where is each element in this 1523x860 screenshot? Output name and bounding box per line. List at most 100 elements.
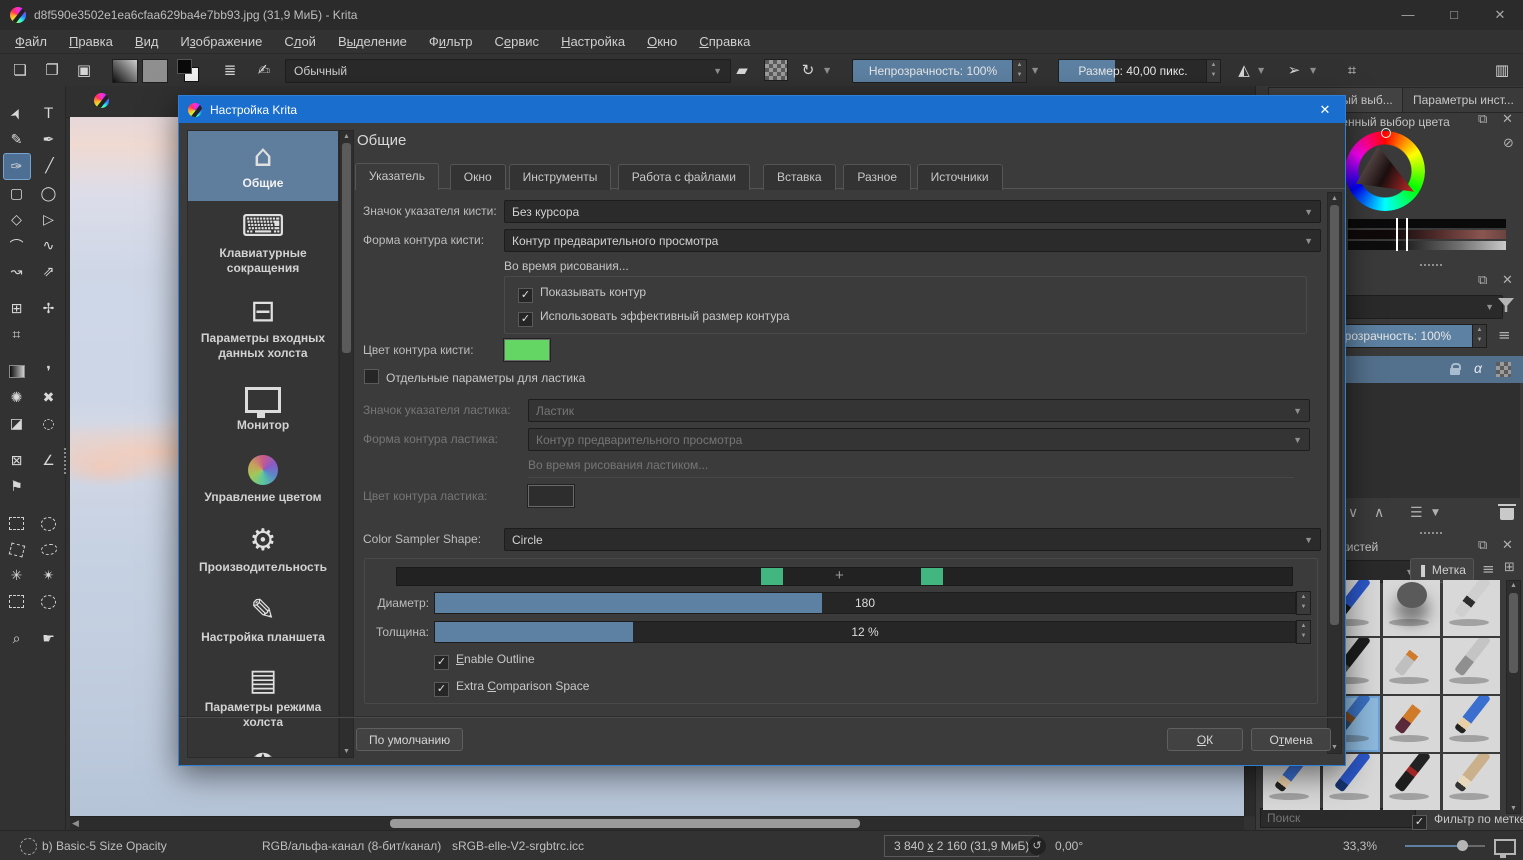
docker-splitter-handle[interactable] (64, 448, 70, 474)
delete-layer-icon[interactable] (1500, 508, 1514, 520)
menu-item-5[interactable]: Выделение (327, 31, 418, 53)
menu-item-0[interactable]: Файл (4, 31, 58, 53)
chevron-down-icon[interactable]: ▼ (1258, 66, 1264, 75)
outline-shape-combo[interactable]: Контур предварительного просмотра▼ (504, 229, 1321, 252)
size-spinner[interactable]: ▲▼ (1206, 59, 1221, 83)
color-bar-red[interactable] (1348, 230, 1506, 239)
fill-tool[interactable]: ◪ (4, 411, 30, 436)
menu-item-4[interactable]: Слой (273, 31, 327, 53)
tab-указатель[interactable]: Указатель (355, 163, 439, 190)
colorize-mask-tool[interactable]: ✺ (4, 385, 30, 410)
freehand-path-tool[interactable]: ∿ (36, 233, 62, 258)
canvas-rotation-icon[interactable]: ↺ (1028, 837, 1046, 855)
defaults-button[interactable]: По умолчанию (356, 728, 463, 751)
line-tool[interactable]: ╱ (37, 153, 63, 178)
color-bar-black[interactable] (1348, 219, 1506, 228)
move-tool[interactable]: ✢ (36, 296, 62, 321)
cancel-button[interactable]: Отмена (1251, 728, 1331, 751)
show-outline-checkbox[interactable]: ✓Показывать контур (518, 285, 646, 303)
lock-icon[interactable] (1450, 368, 1460, 375)
blending-mode-combo[interactable]: Обычный ▼ (285, 59, 731, 83)
similar-select-tool[interactable]: ✴ (36, 563, 62, 588)
gradient-tool[interactable] (4, 359, 30, 384)
alpha-icon[interactable]: α (1474, 360, 1482, 376)
scrollbar-thumb[interactable] (390, 819, 860, 828)
text-tool[interactable]: T (36, 101, 62, 126)
dialog-titlebar[interactable]: Настройка Krita ✕ (179, 96, 1345, 123)
mirror-vertical-icon[interactable]: ➢ (1282, 58, 1306, 82)
color-bar-gray[interactable] (1348, 241, 1506, 250)
float-docker-icon[interactable]: ⧉ (1478, 538, 1487, 553)
measure-tool[interactable]: ∠ (36, 448, 62, 473)
cursor-color-swatch[interactable] (504, 339, 550, 361)
docker-drag-handle[interactable] (1420, 532, 1442, 534)
sidebar-item-общие[interactable]: ⌂Общие (188, 131, 338, 201)
zoom-slider[interactable] (1405, 845, 1485, 847)
docker-tab-tool-options[interactable]: Параметры инст... (1402, 87, 1523, 113)
inherit-alpha-icon[interactable] (1496, 362, 1511, 377)
crop-icon[interactable]: ⌗ (1340, 58, 1364, 82)
move-layer-down-icon[interactable]: ∨ (1348, 505, 1358, 521)
move-layer-up-icon[interactable]: ∧ (1374, 505, 1384, 521)
reload-preset-icon[interactable]: ↻ (796, 58, 820, 82)
gradient-swatch[interactable] (112, 59, 138, 83)
freehand-select-tool[interactable] (36, 537, 62, 562)
brush-preset-item[interactable] (1383, 754, 1440, 810)
image-dimensions[interactable]: 3 840 x 2 160 (31,9 МиБ) (884, 835, 1039, 857)
tab-инструменты[interactable]: Инструменты (509, 164, 612, 190)
fit-screen-icon[interactable] (1494, 839, 1516, 855)
brush-preset-item[interactable] (1443, 754, 1500, 810)
reference-images-tool[interactable]: ⚑ (4, 474, 30, 499)
new-document-icon[interactable]: ❏ (8, 58, 32, 82)
magic-wand-tool[interactable]: ✳ (4, 563, 30, 588)
menu-item-1[interactable]: Правка (58, 31, 124, 53)
chevron-down-icon[interactable]: ▼ (1310, 66, 1316, 75)
sidebar-item-управление[interactable]: Управление цветом (188, 443, 338, 515)
color-sampler-tool[interactable]: ❜ (36, 359, 62, 384)
content-scrollbar[interactable]: ▲▼ (1327, 192, 1342, 754)
layer-menu-icon[interactable]: ≡ (1498, 326, 1511, 344)
smart-patch-tool[interactable]: ✖ (36, 385, 62, 410)
shape-select-tool[interactable]: ➤ (4, 101, 30, 126)
enclose-fill-tool[interactable]: ◌ (36, 411, 62, 436)
sidebar-item-параметры[interactable]: ⊟Параметры входных данных холста (188, 286, 338, 371)
edit-brush-settings-icon[interactable]: ✍ (252, 58, 276, 82)
filter-by-tag-checkbox[interactable]: ✓Фильтр по метке (1412, 812, 1523, 830)
sidebar-item-монитор[interactable]: Монитор (188, 371, 338, 443)
close-button[interactable]: ✕ (1477, 0, 1523, 30)
edit-shapes-tool[interactable]: ✎ (4, 127, 30, 152)
preserve-alpha-icon[interactable] (764, 59, 788, 81)
sidebar-item-настройка[interactable]: ✎Настройка планшета (188, 585, 338, 655)
float-docker-icon[interactable]: ⧉ (1478, 112, 1487, 127)
enable-outline-checkbox[interactable]: ✓Enable Outline (434, 652, 535, 670)
save-document-icon[interactable]: ▣ (72, 58, 96, 82)
bezier-curve-tool[interactable]: ⌒ (4, 233, 30, 258)
chevron-down-icon[interactable]: ▼ (1032, 66, 1038, 75)
open-document-icon[interactable]: ❐ (40, 58, 64, 82)
sidebar-item-клавиатурные[interactable]: ⌨Клавиатурные сокращения (188, 201, 338, 286)
chevron-down-icon[interactable]: ▼ (1432, 508, 1439, 518)
menu-item-3[interactable]: Изображение (169, 31, 273, 53)
sidebar-scrollbar[interactable]: ▲▼ (339, 130, 354, 758)
multibrush-tool[interactable]: ⇗ (36, 259, 62, 284)
crop-tool[interactable]: ⌗ (4, 322, 30, 347)
sidebar-item-параметры[interactable]: ▤Параметры режима холста (188, 655, 338, 740)
tab-разное[interactable]: Разное (843, 164, 911, 190)
docker-drag-handle[interactable] (1420, 264, 1442, 266)
no-color-icon[interactable]: ⊘ (1503, 136, 1514, 151)
brush-preset-item[interactable] (1443, 638, 1500, 694)
menu-item-10[interactable]: Справка (688, 31, 761, 53)
chevron-down-icon[interactable]: ▼ (824, 66, 830, 75)
sampler-marker[interactable] (761, 568, 783, 585)
dynamic-brush-tool[interactable]: ↝ (4, 259, 30, 284)
menu-item-9[interactable]: Окно (636, 31, 688, 53)
effective-size-checkbox[interactable]: ✓Использовать эффективный размер контура (518, 309, 790, 327)
scroll-left-icon[interactable]: ◀ (72, 818, 79, 830)
thickness-slider[interactable]: 12 % (434, 621, 1296, 643)
preset-search-input[interactable] (1260, 808, 1416, 828)
menu-item-8[interactable]: Настройка (550, 31, 636, 53)
magnetic-select-tool[interactable] (36, 589, 62, 614)
freehand-brush-tool[interactable]: ✑ (3, 153, 31, 180)
tab-источники[interactable]: Источники (917, 164, 1003, 190)
close-docker-icon[interactable]: ✕ (1502, 273, 1513, 288)
